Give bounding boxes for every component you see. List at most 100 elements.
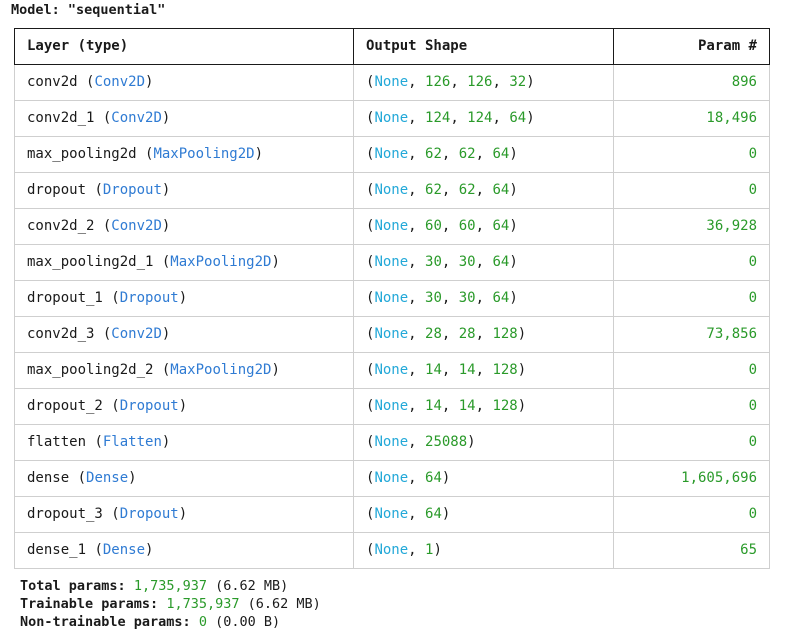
shape-dim: 30 [458, 290, 476, 306]
output-shape-cell: (None, 62, 62, 64) [353, 136, 614, 173]
layer-cell: dropout_1 (Dropout) [14, 280, 354, 317]
layer-cell: dense (Dense) [14, 460, 354, 497]
layer-cell: max_pooling2d (MaxPooling2D) [14, 136, 354, 173]
table-row: dropout_1 (Dropout) (None, 30, 30, 64) 0 [14, 280, 770, 317]
layer-type: MaxPooling2D [170, 362, 272, 378]
shape-dim: 32 [509, 74, 527, 90]
output-shape-cell: (None, 124, 124, 64) [353, 100, 614, 137]
layer-name: conv2d_2 [27, 218, 95, 234]
param-cell: 0 [613, 136, 770, 173]
shape-dim: 64 [509, 110, 527, 126]
output-shape-cell: (None, 28, 28, 128) [353, 316, 614, 353]
table-row: dense (Dense) (None, 64) 1,605,696 [14, 460, 770, 497]
table-row: max_pooling2d_1 (MaxPooling2D) (None, 30,… [14, 244, 770, 281]
trainable-params-label: Trainable params: [20, 596, 159, 612]
shape-dim: 60 [425, 218, 442, 234]
layer-type: Conv2D [111, 326, 162, 342]
shape-dim: 62 [425, 182, 442, 198]
column-header-param: Param # [613, 28, 770, 65]
table-body: conv2d (Conv2D) (None, 126, 126, 32) 896 co… [14, 64, 770, 569]
param-cell: 0 [613, 172, 770, 209]
shape-dim: 62 [425, 146, 442, 162]
param-value: 36,928 [706, 218, 757, 234]
layer-cell: dense_1 (Dense) [14, 532, 354, 569]
shape-none: None [374, 74, 409, 90]
table-row: dropout_2 (Dropout) (None, 14, 14, 128) 0 [14, 388, 770, 425]
param-value: 0 [748, 254, 757, 270]
model-name: "sequential" [67, 2, 166, 18]
model-summary: Model: "sequential" Layer (type) Output … [0, 0, 798, 637]
param-cell: 0 [613, 388, 770, 425]
param-value: 0 [748, 290, 757, 306]
layer-name: flatten [27, 434, 87, 450]
param-cell: 0 [613, 352, 770, 389]
layer-name: max_pooling2d_2 [27, 362, 154, 378]
layer-name: max_pooling2d_1 [27, 254, 154, 270]
shape-dim: 30 [458, 254, 476, 270]
shape-dim: 128 [492, 326, 518, 342]
model-prefix: Model: [11, 2, 68, 18]
model-header: Model: "sequential" [11, 2, 165, 18]
shape-none: None [374, 254, 409, 270]
shape-dim: 64 [425, 470, 442, 486]
layer-name: dense [27, 470, 70, 486]
layer-table: Layer (type) Output Shape Param # conv2d… [14, 28, 770, 569]
layer-name: max_pooling2d [27, 146, 137, 162]
trainable-params-value: 1,735,937 [166, 596, 240, 612]
layer-cell: conv2d_3 (Conv2D) [14, 316, 354, 353]
layer-cell: conv2d_1 (Conv2D) [14, 100, 354, 137]
table-row: conv2d_2 (Conv2D) (None, 60, 60, 64) 36,92… [14, 208, 770, 245]
layer-type: Conv2D [94, 74, 146, 90]
layer-name: conv2d [27, 74, 78, 90]
shape-none: None [374, 290, 409, 306]
shape-dim: 64 [492, 290, 510, 306]
param-value: 0 [748, 434, 757, 450]
output-shape-cell: (None, 64) [353, 496, 614, 533]
layer-type: Dropout [119, 290, 179, 306]
param-value: 896 [731, 74, 757, 90]
shape-dim: 62 [458, 146, 476, 162]
shape-dim: 30 [425, 290, 442, 306]
shape-dim: 64 [492, 254, 510, 270]
table-row: conv2d_1 (Conv2D) (None, 124, 124, 64) 18,… [14, 100, 770, 137]
param-cell: 1,605,696 [613, 460, 770, 497]
param-cell: 65 [613, 532, 770, 569]
table-row: max_pooling2d (MaxPooling2D) (None, 62, 6… [14, 136, 770, 173]
non-trainable-params-value: 0 [198, 614, 207, 630]
param-value: 1,605,696 [681, 470, 757, 486]
shape-dim: 14 [425, 398, 442, 414]
total-params-size: (6.62 MB) [215, 578, 289, 594]
param-value: 73,856 [706, 326, 757, 342]
shape-none: None [374, 182, 409, 198]
layer-type: MaxPooling2D [170, 254, 272, 270]
layer-type: Dropout [119, 506, 179, 522]
layer-name: dropout_2 [27, 398, 103, 414]
table-row: conv2d (Conv2D) (None, 126, 126, 32) 896 [14, 64, 770, 101]
shape-dim: 64 [492, 146, 510, 162]
non-trainable-params-size: (0.00 B) [215, 614, 281, 630]
shape-dim: 28 [458, 326, 476, 342]
layer-cell: conv2d_2 (Conv2D) [14, 208, 354, 245]
shape-dim: 124 [467, 110, 493, 126]
layer-name: dropout_1 [27, 290, 103, 306]
shape-none: None [374, 110, 409, 126]
shape-dim: 25088 [425, 434, 468, 450]
layer-name: dense_1 [27, 542, 87, 558]
param-cell: 0 [613, 244, 770, 281]
layer-cell: max_pooling2d_1 (MaxPooling2D) [14, 244, 354, 281]
shape-none: None [374, 218, 409, 234]
shape-dim: 124 [425, 110, 451, 126]
shape-dim: 60 [458, 218, 476, 234]
shape-none: None [374, 362, 409, 378]
shape-dim: 14 [458, 362, 476, 378]
param-cell: 0 [613, 424, 770, 461]
param-cell: 36,928 [613, 208, 770, 245]
layer-type: Dense [102, 542, 146, 558]
output-shape-cell: (None, 60, 60, 64) [353, 208, 614, 245]
layer-name: dropout [27, 182, 87, 198]
shape-dim: 14 [425, 362, 442, 378]
trainable-params-size: (6.62 MB) [247, 596, 321, 612]
param-value: 0 [748, 362, 757, 378]
output-shape-cell: (None, 126, 126, 32) [353, 64, 614, 101]
shape-dim: 126 [467, 74, 493, 90]
